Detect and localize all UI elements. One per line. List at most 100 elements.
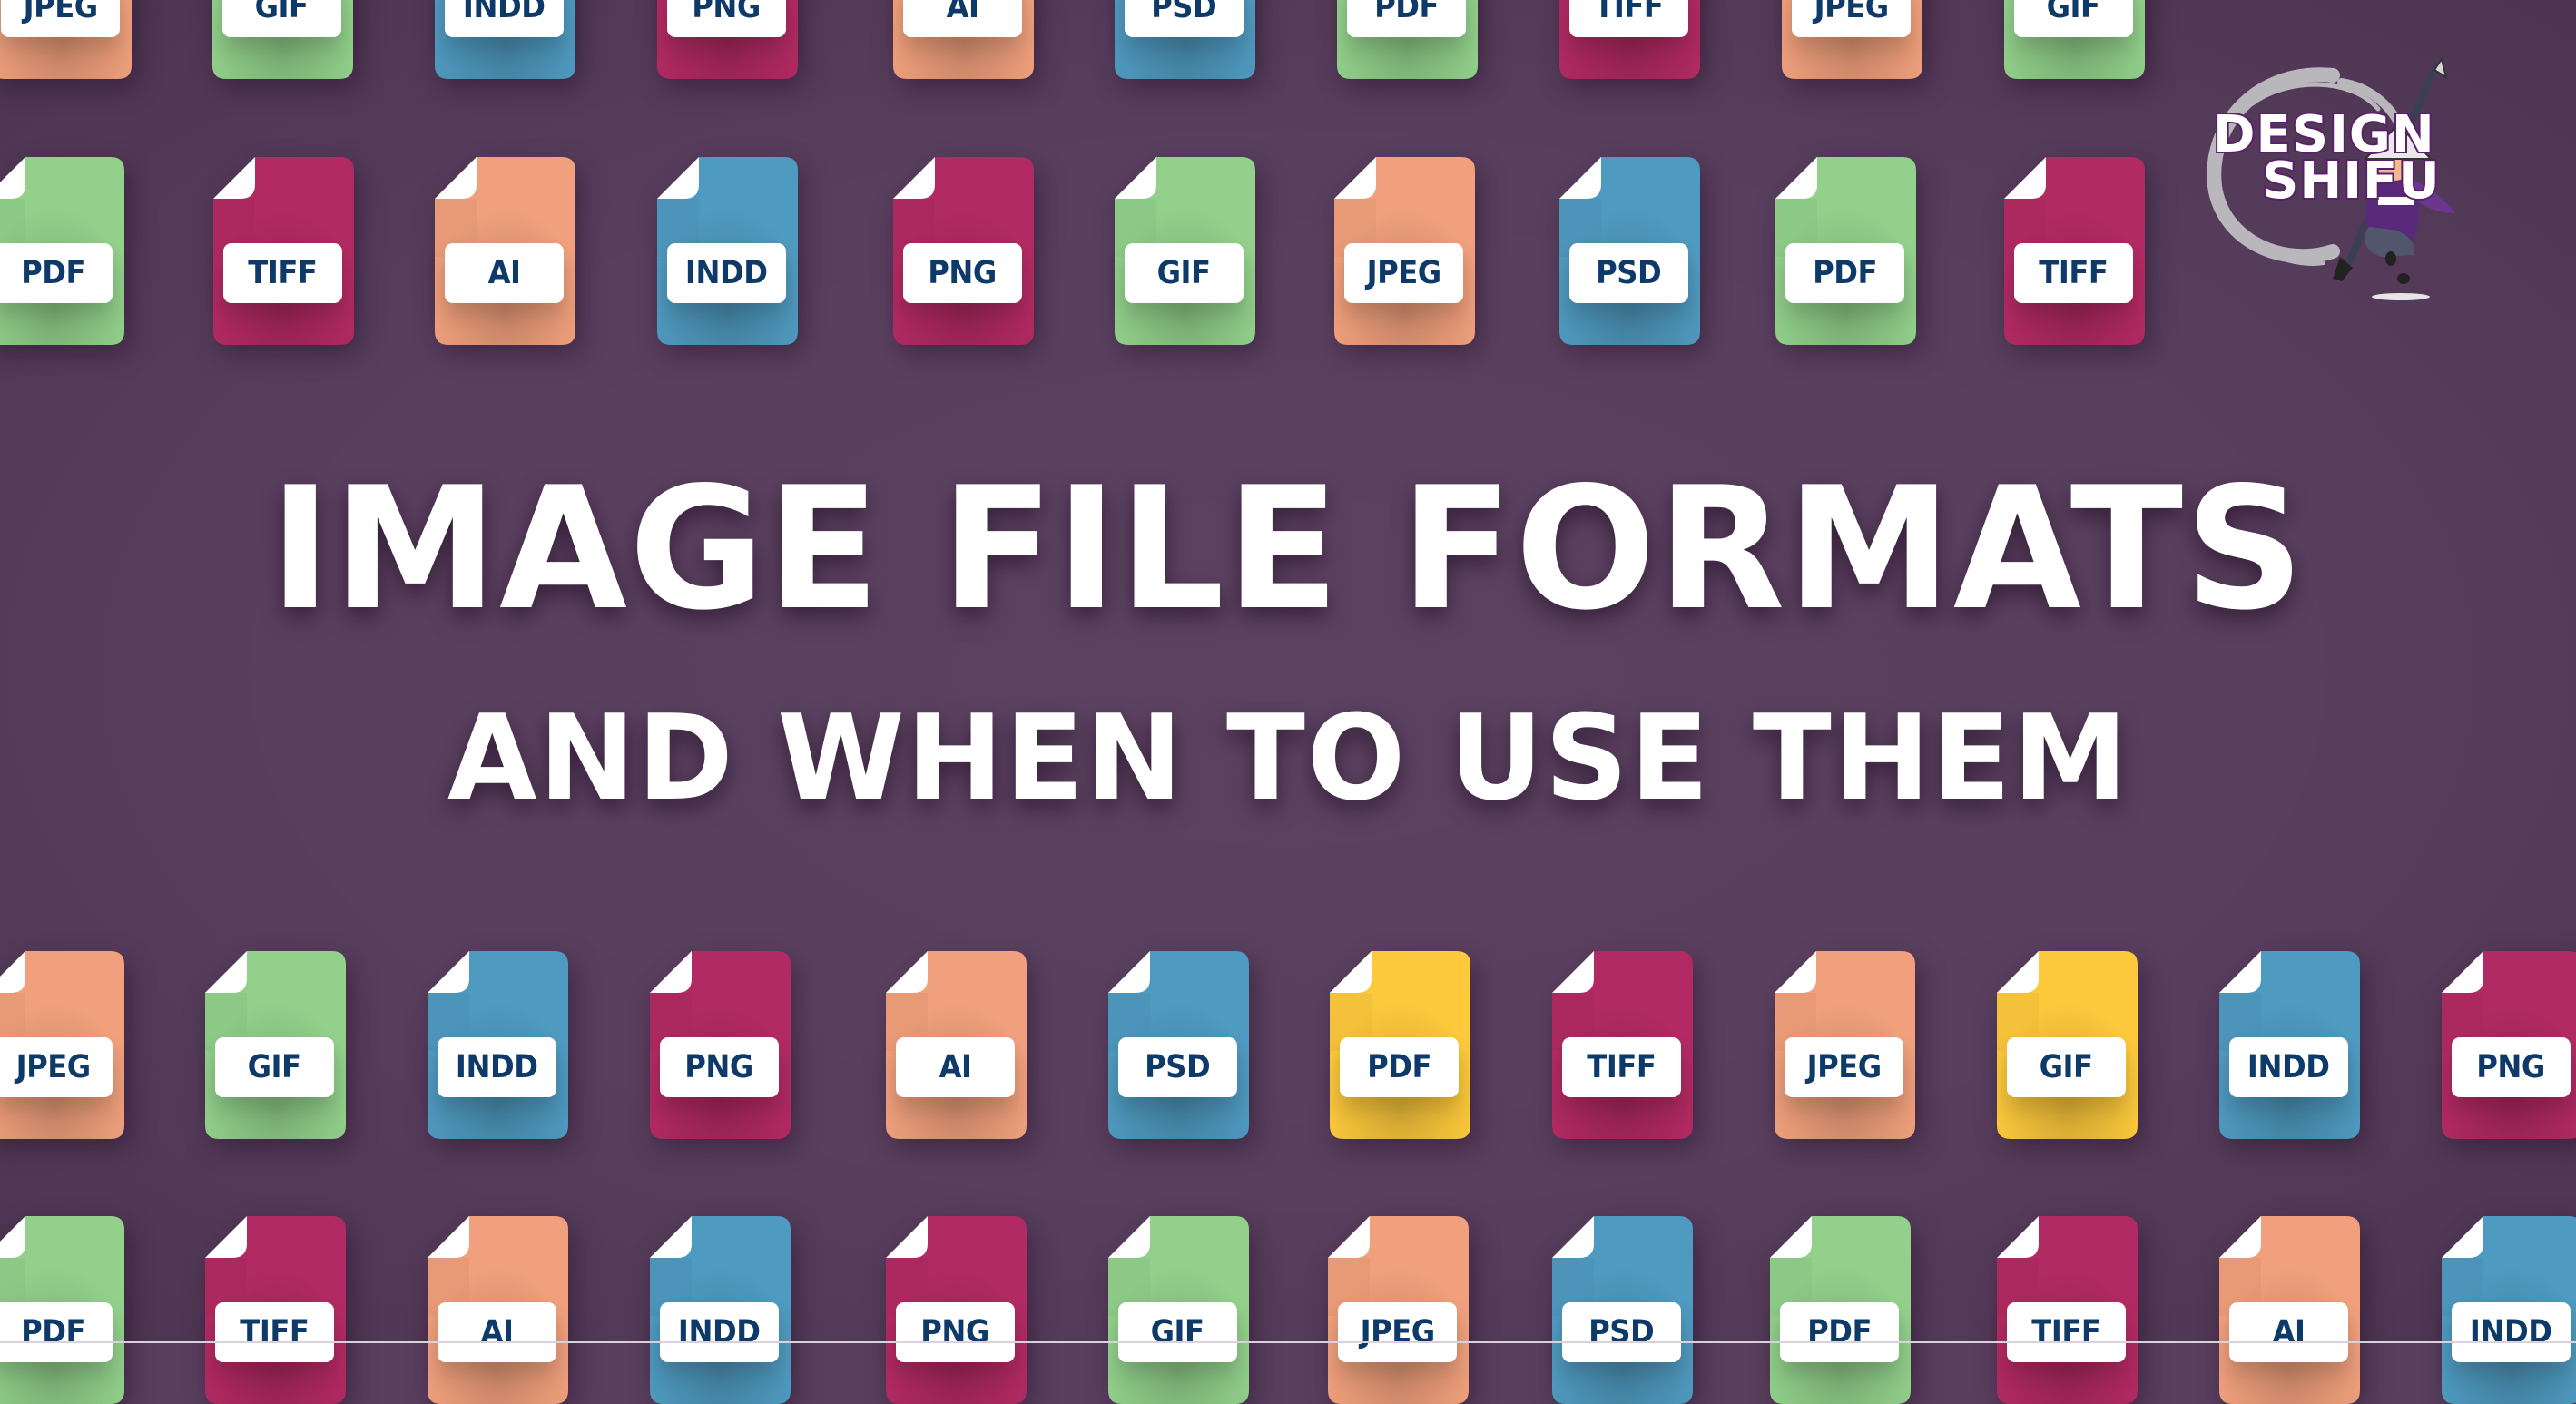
file-type-label: INDD xyxy=(2247,1049,2330,1085)
file-type-label-box: TIFF xyxy=(1569,0,1688,37)
file-type-label-box: PDF xyxy=(0,1302,113,1362)
file-type-label: INDD xyxy=(2470,1314,2552,1350)
file-icon-tiff: TIFF xyxy=(1997,1216,2138,1404)
file-type-label: AI xyxy=(487,255,521,291)
file-icon-tiff: TIFF xyxy=(213,157,354,345)
file-icon-pdf: PDF xyxy=(1337,0,1478,79)
file-type-label: GIF xyxy=(2046,0,2101,25)
file-type-label: AI xyxy=(939,1049,972,1085)
file-icon-row-lower: JPEG GIF INDD PNG AI PSD PDF TIFF JPEG GIF INDD PNG xyxy=(0,951,2576,1139)
file-type-label: GIF xyxy=(1156,255,1212,291)
file-type-label: INDD xyxy=(456,1049,538,1085)
file-icon-gif: GIF xyxy=(2004,0,2145,79)
file-type-label: JPEG xyxy=(15,1049,91,1085)
file-type-label: PNG xyxy=(920,1314,990,1350)
file-type-label-box: AI xyxy=(438,1302,556,1362)
file-icon-row-bottom: PDF TIFF AI INDD PNG GIF JPEG PSD PDF TIFF AI INDD xyxy=(0,1216,2576,1404)
file-type-label: PDF xyxy=(21,1314,85,1350)
file-type-label: PSD xyxy=(1596,255,1662,291)
file-type-label-box: INDD xyxy=(667,243,786,303)
file-icon-pdf: PDF xyxy=(1330,951,1470,1139)
file-type-label: INDD xyxy=(678,1314,761,1350)
file-type-label: JPEG xyxy=(1360,1314,1435,1350)
file-type-label: GIF xyxy=(247,1049,302,1085)
file-type-label-box: JPEG xyxy=(1,0,120,37)
file-icon-ai: AI xyxy=(2219,1216,2360,1404)
file-icon-row-upper: PDF TIFF AI INDD PNG GIF JPEG PSD PDF TIFF xyxy=(0,157,2576,345)
file-type-label-box: TIFF xyxy=(215,1302,334,1362)
file-icon-pdf: PDF xyxy=(1775,157,1916,345)
file-type-label-box: AI xyxy=(2229,1302,2348,1362)
file-type-label-box: TIFF xyxy=(1562,1037,1681,1097)
file-icon-pdf: PDF xyxy=(0,1216,124,1404)
file-icon-psd: PSD xyxy=(1108,951,1249,1139)
file-type-label: PNG xyxy=(2476,1049,2546,1085)
file-type-label-box: INDD xyxy=(438,1037,556,1097)
file-type-label: GIF xyxy=(254,0,310,25)
file-type-label-box: JPEG xyxy=(1338,1302,1457,1362)
file-type-label-box: GIF xyxy=(222,0,341,37)
file-type-label: INDD xyxy=(463,0,546,25)
file-icon-png: PNG xyxy=(2442,951,2576,1139)
file-icon-ai: AI xyxy=(435,157,575,345)
file-type-label-box: PSD xyxy=(1118,1037,1237,1097)
file-icon-gif: GIF xyxy=(1108,1216,1249,1404)
file-type-label-box: JPEG xyxy=(1785,1037,1903,1097)
file-type-label-box: GIF xyxy=(2007,1037,2126,1097)
file-icon-gif: GIF xyxy=(212,0,353,79)
file-type-label: GIF xyxy=(2039,1049,2094,1085)
file-icon-gif: GIF xyxy=(205,951,346,1139)
file-type-label-box: PDF xyxy=(0,243,113,303)
file-type-label-box: JPEG xyxy=(1792,0,1911,37)
file-type-label-box: TIFF xyxy=(2007,1302,2126,1362)
file-icon-row-top: JPEG GIF INDD PNG AI PSD PDF TIFF JPEG GIF xyxy=(0,0,2576,79)
file-icon-ai: AI xyxy=(893,0,1034,79)
file-type-label-box: AI xyxy=(445,243,564,303)
file-icon-pdf: PDF xyxy=(1770,1216,1911,1404)
file-type-label-box: PDF xyxy=(1340,1037,1459,1097)
file-type-label: TIFF xyxy=(2039,255,2109,291)
file-type-label-box: INDD xyxy=(660,1302,779,1362)
file-type-label: TIFF xyxy=(1587,1049,1657,1085)
file-type-label-box: PNG xyxy=(667,0,786,37)
file-icon-jpeg: JPEG xyxy=(1334,157,1475,345)
file-type-label: PDF xyxy=(21,255,85,291)
file-type-label-box: PNG xyxy=(896,1302,1015,1362)
file-type-label: JPEG xyxy=(1814,0,1889,25)
file-icon-psd: PSD xyxy=(1115,0,1255,79)
file-type-label: PNG xyxy=(928,255,998,291)
file-type-label-box: PDF xyxy=(1347,0,1466,37)
headline-text: IMAGE FILE FORMATS xyxy=(270,450,2306,647)
file-icon-png: PNG xyxy=(657,0,798,79)
file-icon-indd: INDD xyxy=(2442,1216,2576,1404)
file-icon-jpeg: JPEG xyxy=(1328,1216,1469,1404)
file-type-label-box: JPEG xyxy=(1344,243,1463,303)
file-type-label: TIFF xyxy=(248,255,318,291)
file-type-label: PSD xyxy=(1151,0,1217,25)
file-type-label-box: TIFF xyxy=(2014,243,2133,303)
file-icon-png: PNG xyxy=(893,157,1034,345)
file-icon-gif: GIF xyxy=(1997,951,2138,1139)
file-type-label-box: PNG xyxy=(903,243,1022,303)
file-icon-jpeg: JPEG xyxy=(0,951,124,1139)
file-icon-png: PNG xyxy=(886,1216,1027,1404)
subheadline-text: AND WHEN TO USE THEM xyxy=(447,689,2129,827)
file-icon-ai: AI xyxy=(428,1216,568,1404)
file-type-label: JPEG xyxy=(1366,255,1441,291)
file-type-label-box: GIF xyxy=(2014,0,2133,37)
file-type-label-box: PNG xyxy=(660,1037,779,1097)
file-icon-ai: AI xyxy=(886,951,1027,1139)
file-type-label-box: PSD xyxy=(1125,0,1244,37)
file-type-label: JPEG xyxy=(1806,1049,1882,1085)
file-type-label: PSD xyxy=(1588,1314,1655,1350)
file-type-label-box: GIF xyxy=(1118,1302,1237,1362)
file-icon-tiff: TIFF xyxy=(2004,157,2145,345)
file-icon-indd: INDD xyxy=(435,0,575,79)
file-type-label-box: INDD xyxy=(445,0,564,37)
design-shifu-logo: DESIGN SHIFU xyxy=(2197,41,2469,300)
file-type-label-box: GIF xyxy=(1125,243,1244,303)
file-type-label: JPEG xyxy=(23,0,98,25)
file-type-label-box: INDD xyxy=(2452,1302,2571,1362)
file-type-label-box: GIF xyxy=(215,1037,334,1097)
file-type-label: PSD xyxy=(1145,1049,1211,1085)
